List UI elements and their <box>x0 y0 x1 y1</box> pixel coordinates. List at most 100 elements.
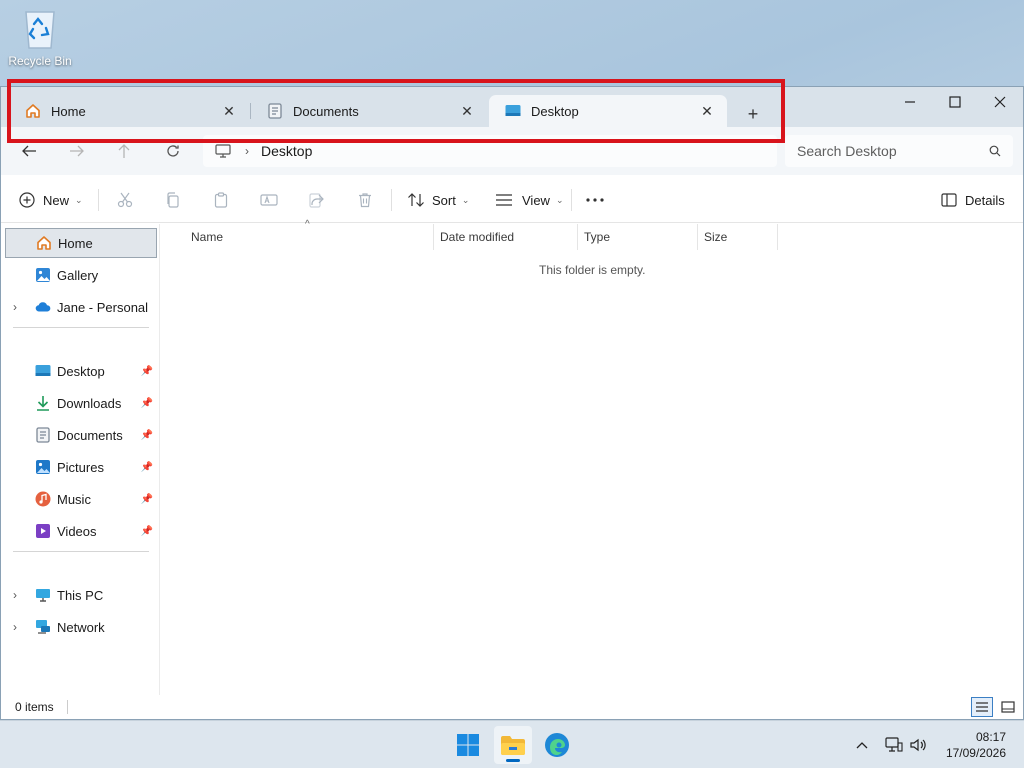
view-label: View <box>522 192 550 208</box>
new-tab-button[interactable]: + <box>739 101 767 127</box>
copy-button[interactable] <box>160 187 186 213</box>
sidebar-item-home[interactable]: Home <box>5 228 157 258</box>
windows-logo-icon <box>457 734 479 756</box>
start-button[interactable] <box>449 726 487 764</box>
sidebar-item-label: Music <box>57 491 91 507</box>
details-label: Details <box>965 192 1005 208</box>
maximize-button[interactable] <box>932 87 978 117</box>
chevron-right-icon[interactable]: › <box>13 620 17 634</box>
pin-icon[interactable]: 📌 <box>141 430 153 441</box>
column-header-type[interactable]: Type <box>584 224 610 250</box>
network-tray-icon[interactable] <box>884 735 904 755</box>
documents-icon <box>267 103 283 119</box>
close-tab-home-icon[interactable]: ✕ <box>219 101 239 121</box>
details-button[interactable]: Details <box>941 187 1005 213</box>
chevron-down-icon: ⌄ <box>555 194 564 205</box>
sidebar-item-videos[interactable]: Videos 📌 <box>5 516 157 546</box>
empty-folder-message: This folder is empty. <box>539 263 646 277</box>
back-button[interactable] <box>16 139 42 163</box>
home-icon <box>36 235 52 251</box>
column-header-name[interactable]: Name <box>191 224 223 250</box>
address-row: › Desktop Search Desktop <box>1 127 1023 175</box>
chevron-right-icon[interactable]: › <box>13 300 17 314</box>
chevron-up-icon <box>856 742 868 749</box>
column-divider[interactable] <box>433 224 434 250</box>
sort-button[interactable]: Sort ⌄ <box>407 187 469 213</box>
details-view-button[interactable] <box>971 697 993 717</box>
pin-icon[interactable]: 📌 <box>141 494 153 505</box>
view-button[interactable]: View ⌄ <box>495 187 564 213</box>
edge-browser-icon <box>545 733 569 757</box>
sidebar-item-gallery[interactable]: Gallery <box>5 260 157 290</box>
close-tab-documents-icon[interactable]: ✕ <box>457 101 477 121</box>
volume-tray-icon[interactable] <box>908 735 928 755</box>
trash-icon <box>359 193 371 208</box>
share-icon <box>309 193 324 208</box>
column-divider[interactable] <box>697 224 698 250</box>
plus-circle-icon <box>19 192 35 208</box>
breadcrumb-desktop[interactable]: Desktop <box>261 143 312 159</box>
sidebar-item-this-pc[interactable]: › This PC <box>5 580 157 610</box>
cut-button[interactable] <box>112 187 138 213</box>
copy-icon <box>167 192 179 208</box>
folder-icon <box>501 736 525 755</box>
column-header-date-modified[interactable]: Date modified <box>440 224 514 250</box>
show-hidden-icons-button[interactable] <box>852 735 872 755</box>
minimize-icon <box>905 101 915 103</box>
share-button[interactable] <box>304 187 330 213</box>
paste-button[interactable] <box>208 187 234 213</box>
pane-divider[interactable] <box>159 224 160 704</box>
address-bar[interactable]: › Desktop <box>203 135 777 167</box>
large-icons-view-icon <box>1001 701 1015 713</box>
up-button[interactable] <box>111 139 137 163</box>
maximize-icon <box>949 96 961 108</box>
documents-icon <box>35 427 51 443</box>
column-header-size[interactable]: Size <box>704 224 727 250</box>
search-input[interactable]: Search Desktop <box>785 135 1013 167</box>
refresh-button[interactable] <box>160 139 186 163</box>
sidebar-item-label: Network <box>57 619 105 635</box>
close-window-button[interactable] <box>977 87 1023 117</box>
download-icon <box>35 395 51 411</box>
sidebar-item-documents[interactable]: Documents 📌 <box>5 420 157 450</box>
forward-button[interactable] <box>64 139 90 163</box>
see-more-button[interactable] <box>582 187 608 213</box>
minimize-button[interactable] <box>887 87 933 117</box>
network-icon <box>35 619 51 635</box>
sidebar-item-label: Jane - Personal <box>57 299 149 315</box>
system-clock[interactable]: 08:17 17/09/2026 <box>946 729 1006 761</box>
rename-button[interactable] <box>256 187 282 213</box>
column-divider[interactable] <box>777 224 778 250</box>
close-tab-desktop-icon[interactable]: ✕ <box>697 101 717 121</box>
sidebar-item-onedrive[interactable]: › Jane - Personal <box>5 292 157 322</box>
taskbar-edge[interactable] <box>538 726 576 764</box>
sidebar-item-network[interactable]: › Network <box>5 612 157 642</box>
search-placeholder: Search Desktop <box>797 143 897 159</box>
new-button[interactable]: New ⌄ <box>19 187 83 213</box>
pin-icon[interactable]: 📌 <box>141 398 153 409</box>
command-divider <box>98 189 99 211</box>
pin-icon[interactable]: 📌 <box>141 366 153 377</box>
sidebar-item-desktop[interactable]: Desktop 📌 <box>5 356 157 386</box>
tab-home[interactable]: Home ✕ <box>9 95 249 127</box>
sidebar-item-downloads[interactable]: Downloads 📌 <box>5 388 157 418</box>
recycle-bin-label: Recycle Bin <box>8 54 72 68</box>
sidebar-item-pictures[interactable]: Pictures 📌 <box>5 452 157 482</box>
column-divider[interactable] <box>577 224 578 250</box>
sidebar-item-label: This PC <box>57 587 104 603</box>
chevron-right-icon[interactable]: › <box>13 588 17 602</box>
refresh-icon <box>167 145 179 157</box>
tab-documents[interactable]: Documents ✕ <box>251 95 487 127</box>
pin-icon[interactable]: 📌 <box>141 526 153 537</box>
tiles-view-button[interactable] <box>997 697 1019 717</box>
tab-desktop[interactable]: Desktop ✕ <box>489 95 727 127</box>
clock-date: 17/09/2026 <box>945 746 1006 760</box>
chevron-down-icon: ⌄ <box>461 194 470 205</box>
delete-button[interactable] <box>352 187 378 213</box>
recycle-bin-desktop-icon[interactable]: Recycle Bin <box>6 6 74 68</box>
pin-icon[interactable]: 📌 <box>141 462 153 473</box>
taskbar-file-explorer[interactable] <box>494 726 532 764</box>
sidebar-item-music[interactable]: Music 📌 <box>5 484 157 514</box>
close-icon <box>994 96 1006 108</box>
chevron-down-icon: ⌄ <box>75 194 83 205</box>
